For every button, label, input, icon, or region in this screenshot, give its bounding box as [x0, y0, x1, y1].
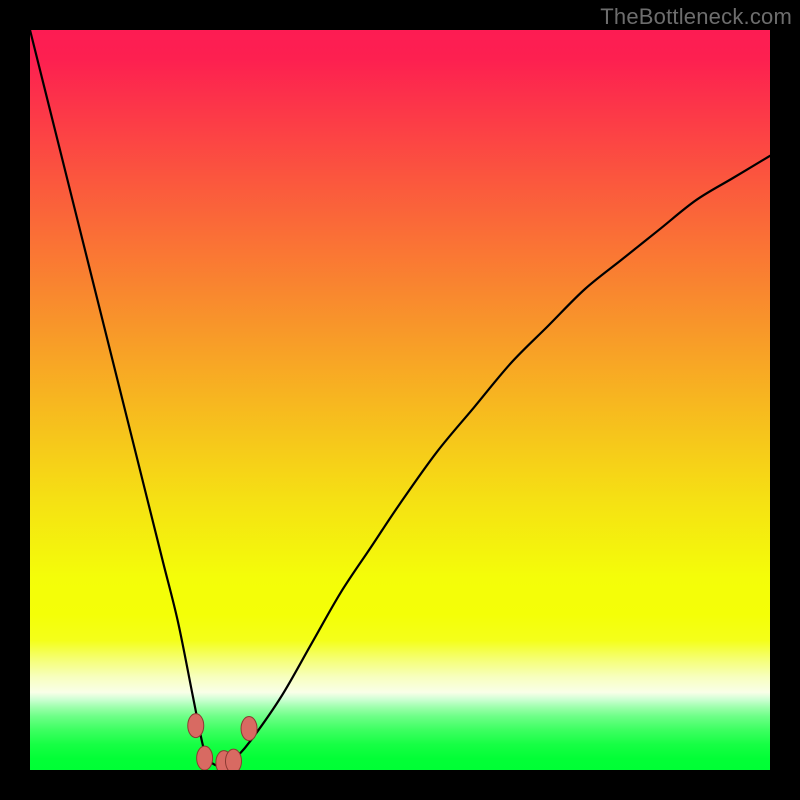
curve-marker: [241, 717, 257, 741]
source-label: TheBottleneck.com: [600, 4, 792, 30]
curve-layer: [30, 30, 770, 770]
plot-area: [30, 30, 770, 770]
curve-marker: [226, 749, 242, 770]
curve-markers: [188, 714, 257, 770]
bottleneck-curve: [30, 30, 770, 766]
curve-marker: [197, 746, 213, 770]
curve-marker: [188, 714, 204, 738]
chart-frame: TheBottleneck.com: [0, 0, 800, 800]
